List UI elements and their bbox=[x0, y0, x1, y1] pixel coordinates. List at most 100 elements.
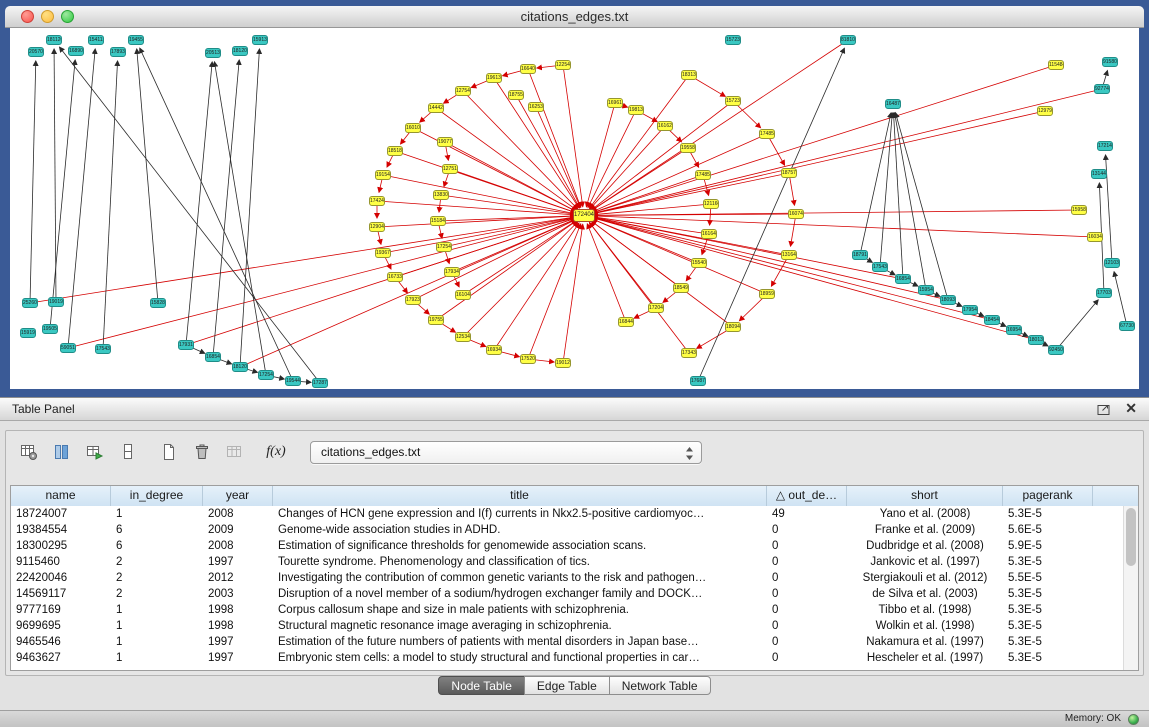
table-cell[interactable]: Jankovic et al. (1997) bbox=[847, 554, 1003, 570]
graph-node[interactable]: 17520441 bbox=[520, 354, 536, 364]
graph-node[interactable]: 67730213 bbox=[1119, 321, 1135, 331]
table-cell[interactable]: Wolkin et al. (1998) bbox=[847, 618, 1003, 634]
graph-node[interactable]: 16844610 bbox=[618, 317, 634, 327]
graph-node[interactable]: 17543104 bbox=[95, 344, 111, 354]
table-cell[interactable]: 5.3E-5 bbox=[1003, 554, 1093, 570]
table-cell[interactable]: 14569117 bbox=[11, 586, 111, 602]
close-panel-button[interactable]: ✕ bbox=[1125, 400, 1137, 417]
table-cell[interactable]: 0 bbox=[767, 618, 847, 634]
graph-node[interactable]: 17287122 bbox=[312, 378, 328, 388]
table-cell[interactable]: Nakamura et al. (1997) bbox=[847, 634, 1003, 650]
graph-node[interactable]: 19012375 bbox=[555, 358, 571, 368]
graph-edge[interactable] bbox=[441, 195, 575, 214]
graph-node[interactable]: 16890113 bbox=[68, 46, 84, 56]
column-header-short[interactable]: short bbox=[847, 486, 1003, 506]
table-cell[interactable]: Estimation of the future numbers of pati… bbox=[273, 634, 767, 650]
scrollbar-thumb[interactable] bbox=[1126, 508, 1136, 566]
table-cell[interactable]: de Silva et al. (2003) bbox=[847, 586, 1003, 602]
graph-node[interactable]: 16074271 bbox=[788, 209, 804, 219]
table-cell[interactable]: 1997 bbox=[203, 554, 273, 570]
graph-edge[interactable] bbox=[593, 218, 948, 300]
graph-node[interactable]: 19077403 bbox=[437, 137, 453, 147]
graph-edge[interactable] bbox=[536, 107, 580, 207]
close-button[interactable] bbox=[21, 10, 34, 23]
graph-node[interactable]: 59051124 bbox=[60, 343, 76, 353]
graph-node[interactable]: 19544104 bbox=[285, 376, 301, 386]
graph-node[interactable]: 17703544 bbox=[1096, 288, 1112, 298]
table-row[interactable]: 1872400712008Changes of HCN gene express… bbox=[11, 506, 1123, 522]
table-cell[interactable]: 0 bbox=[767, 602, 847, 618]
graph-node[interactable]: 15540911 bbox=[691, 258, 707, 268]
graph-edge[interactable] bbox=[1056, 300, 1098, 350]
graph-node[interactable]: 17485013 bbox=[695, 170, 711, 180]
table-cell[interactable]: Tourette syndrome. Phenomenology and cla… bbox=[273, 554, 767, 570]
graph-node[interactable]: 15411204 bbox=[88, 35, 104, 45]
graph-node[interactable]: 19613745 bbox=[486, 73, 502, 83]
table-cell[interactable]: 0 bbox=[767, 538, 847, 554]
table-cell[interactable]: 1998 bbox=[203, 618, 273, 634]
table-cell[interactable]: 18724007 bbox=[11, 506, 111, 522]
table-cell[interactable]: 9465546 bbox=[11, 634, 111, 650]
graph-node[interactable]: 19367213 bbox=[375, 248, 391, 258]
graph-node[interactable]: 13164161 bbox=[781, 250, 797, 260]
table-cell[interactable]: 5.3E-5 bbox=[1003, 586, 1093, 602]
table-cell[interactable]: 2 bbox=[111, 570, 203, 586]
table-cell[interactable]: 0 bbox=[767, 650, 847, 666]
table-cell[interactable]: 2008 bbox=[203, 506, 273, 522]
graph-node[interactable]: 17923410 bbox=[405, 295, 421, 305]
graph-edge[interactable] bbox=[50, 60, 75, 329]
table-cell[interactable]: 2008 bbox=[203, 538, 273, 554]
table-cell[interactable]: Investigating the contribution of common… bbox=[273, 570, 767, 586]
table-row[interactable]: 911546021997Tourette syndrome. Phenomeno… bbox=[11, 554, 1123, 570]
graph-edge[interactable] bbox=[1114, 272, 1127, 326]
graph-node[interactable]: 18120453 bbox=[232, 46, 248, 56]
table-cell[interactable]: 0 bbox=[767, 570, 847, 586]
create-table-button[interactable] bbox=[156, 439, 182, 465]
graph-edge[interactable] bbox=[593, 175, 703, 213]
table-cell[interactable]: 9115460 bbox=[11, 554, 111, 570]
graph-node[interactable]: 17687513 bbox=[690, 376, 706, 386]
graph-edge[interactable] bbox=[68, 218, 575, 348]
graph-node[interactable]: 17893112 bbox=[110, 47, 126, 57]
graph-node[interactable]: 17214453 bbox=[1097, 141, 1113, 151]
function-builder-button[interactable]: f(x) bbox=[263, 439, 289, 465]
graph-node[interactable]: 25260913 bbox=[22, 298, 38, 308]
table-cell[interactable]: 19384554 bbox=[11, 522, 111, 538]
graph-node[interactable]: 15723212 bbox=[725, 96, 741, 106]
graph-edge[interactable] bbox=[413, 219, 576, 300]
column-header-year[interactable]: year bbox=[203, 486, 273, 506]
graph-node[interactable]: 19813204 bbox=[628, 105, 644, 115]
table-cell[interactable]: Genome-wide association studies in ADHD. bbox=[273, 522, 767, 538]
table-cell[interactable]: 0 bbox=[767, 586, 847, 602]
table-cell[interactable]: 1 bbox=[111, 506, 203, 522]
graph-node[interactable]: 17931204 bbox=[178, 340, 194, 350]
column-header-in-degree[interactable]: in_degree bbox=[111, 486, 203, 506]
graph-node[interactable]: 14442004 bbox=[428, 103, 444, 113]
table-cell[interactable]: 2009 bbox=[203, 522, 273, 538]
column-header-name[interactable]: name bbox=[11, 486, 111, 506]
graph-edge[interactable] bbox=[137, 49, 158, 303]
table-selector[interactable]: citations_edges.txt bbox=[310, 441, 702, 464]
table-cell[interactable]: Changes of HCN gene expression and I(f) … bbox=[273, 506, 767, 522]
graph-node[interactable]: 16733912 bbox=[387, 272, 403, 282]
tab-node-table[interactable]: Node Table bbox=[438, 676, 525, 695]
table-cell[interactable]: 5.3E-5 bbox=[1003, 650, 1093, 666]
table-cell[interactable]: 9463627 bbox=[11, 650, 111, 666]
graph-edge[interactable] bbox=[103, 61, 118, 349]
table-cell[interactable]: 1998 bbox=[203, 602, 273, 618]
table-cell[interactable]: 9777169 bbox=[11, 602, 111, 618]
graph-node[interactable]: 19558212 bbox=[680, 143, 696, 153]
graph-node[interactable]: 17485033 bbox=[759, 129, 775, 139]
graph-node[interactable]: 16854413 bbox=[205, 352, 221, 362]
table-cell[interactable]: 49 bbox=[767, 506, 847, 522]
graph-node[interactable]: 11548408 bbox=[1048, 60, 1064, 70]
graph-node[interactable]: 18454112 bbox=[984, 315, 1000, 325]
column-header-pagerank[interactable]: pagerank bbox=[1003, 486, 1093, 506]
graph-node[interactable]: 92774413 bbox=[1094, 84, 1110, 94]
graph-edge[interactable] bbox=[450, 169, 575, 213]
table-cell[interactable]: 6 bbox=[111, 538, 203, 554]
table-cell[interactable]: 5.6E-5 bbox=[1003, 522, 1093, 538]
graph-node[interactable]: 20513114 bbox=[205, 48, 221, 58]
table-cell[interactable]: 0 bbox=[767, 554, 847, 570]
table-row[interactable]: 969969511998Structural magnetic resonanc… bbox=[11, 618, 1123, 634]
